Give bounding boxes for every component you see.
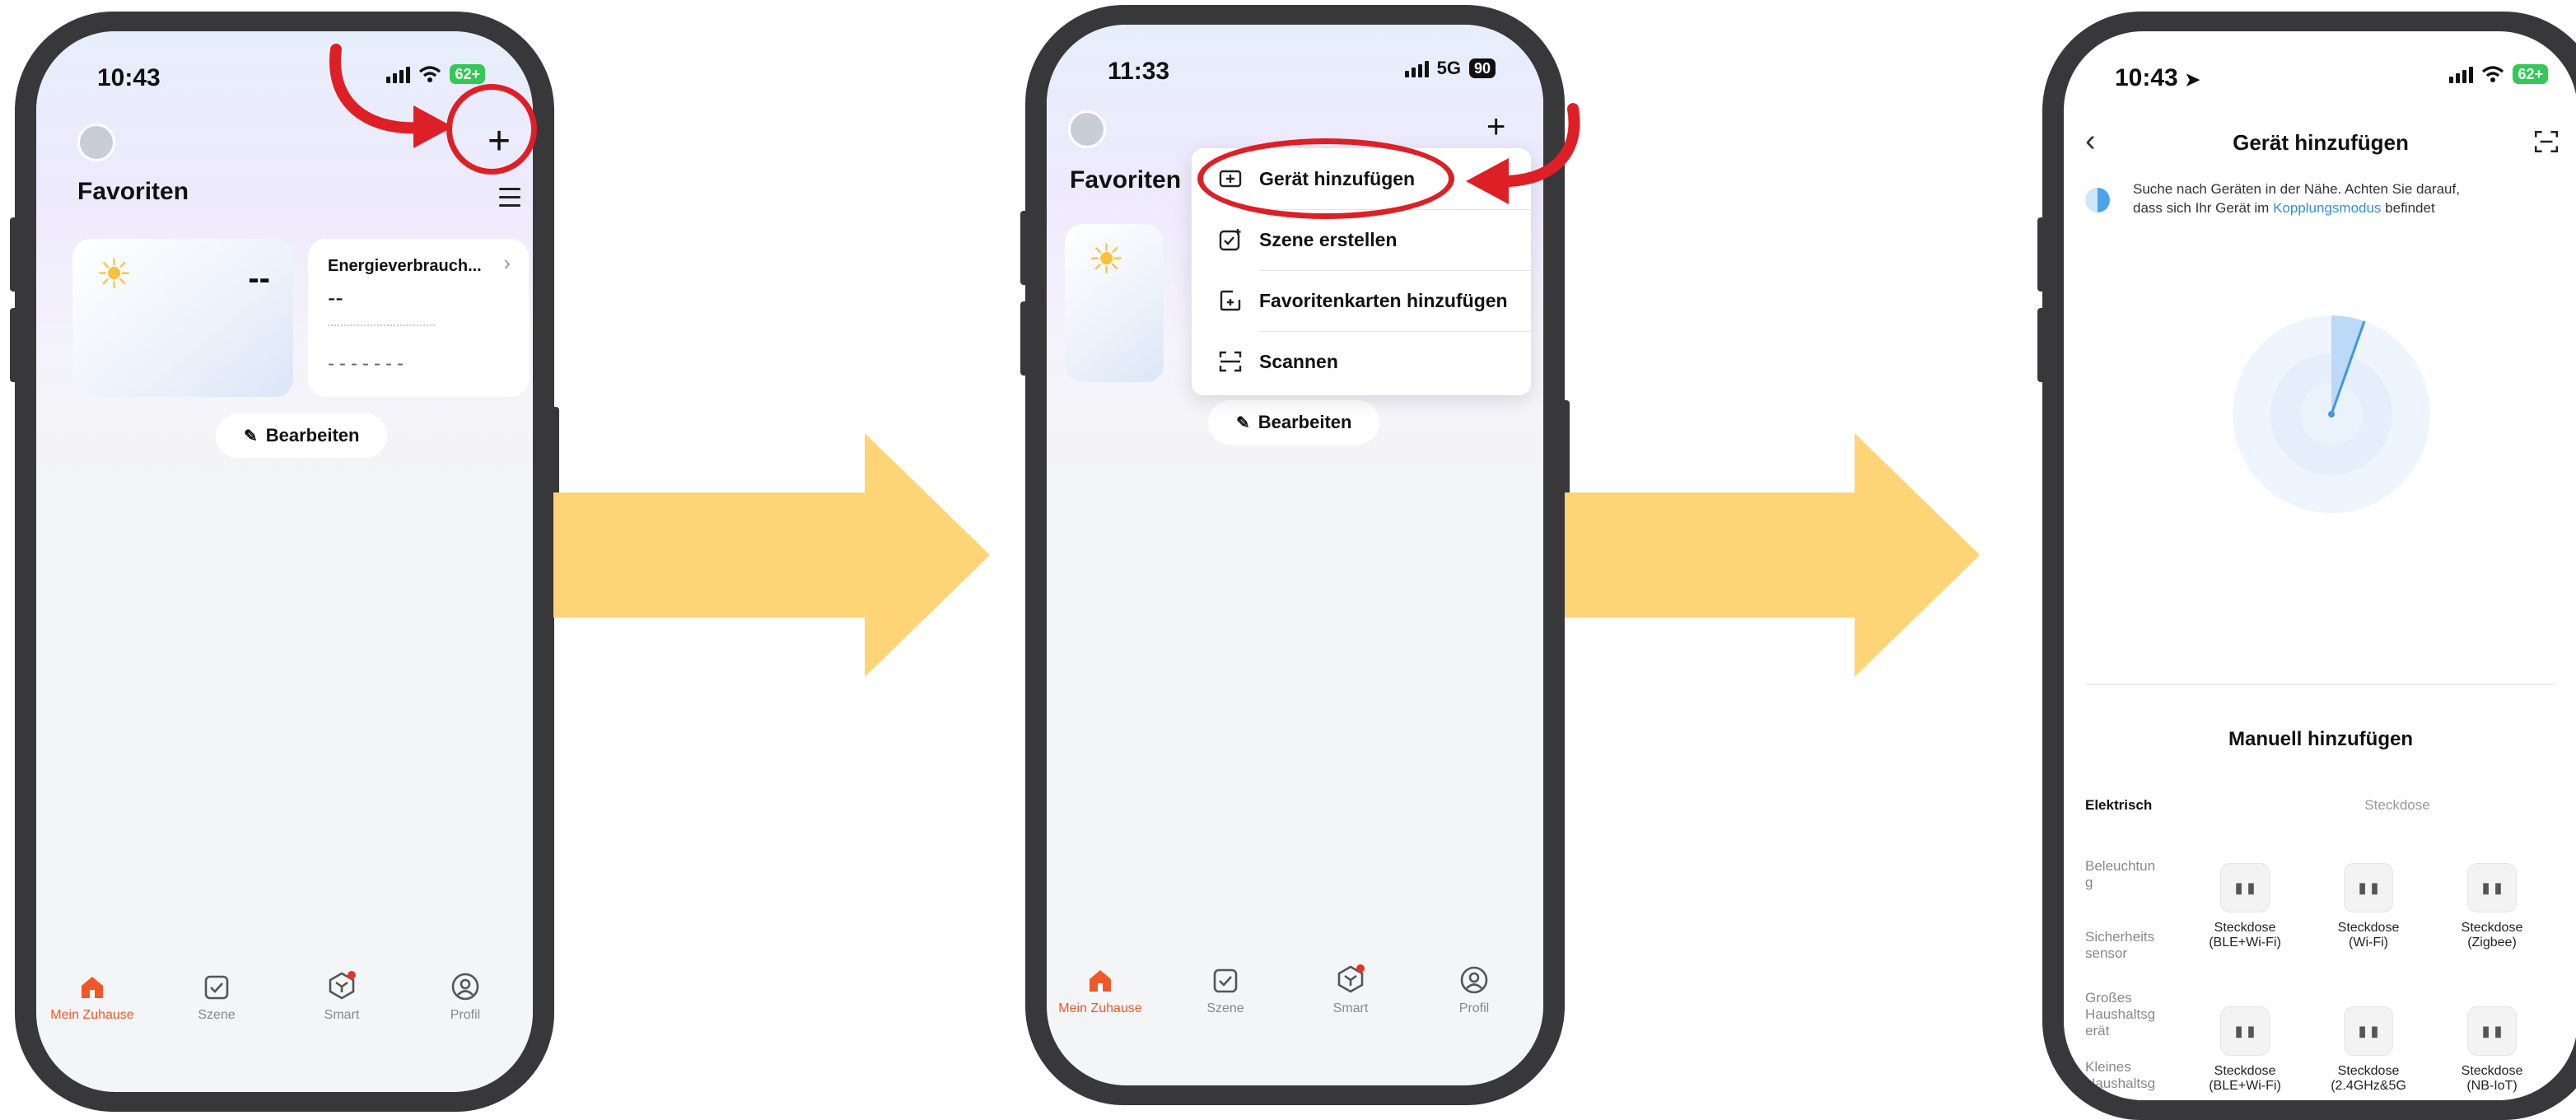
category-elektrisch[interactable]: Elektrisch bbox=[2085, 797, 2152, 814]
network-label: 5G bbox=[1436, 58, 1461, 78]
pencil-icon: ✎ bbox=[1236, 413, 1250, 432]
tab-profil[interactable]: Profil bbox=[412, 968, 519, 1023]
add-card-icon bbox=[1220, 290, 1241, 311]
profile-icon bbox=[451, 973, 479, 1001]
status-time: 11:33 bbox=[1108, 58, 1170, 85]
device-tile[interactable]: ▮ ▮ Steckdose (Zigbee) bbox=[2434, 863, 2550, 950]
tab-bar: Mein Zuhause Szene Smart Profil bbox=[36, 968, 533, 1059]
menu-item-add-favorite-cards[interactable]: Favoritenkarten hinzufügen bbox=[1192, 270, 1531, 331]
status-bar: 11:33 5G 90 bbox=[1047, 51, 1543, 92]
menu-item-scan[interactable]: Scannen bbox=[1192, 331, 1531, 392]
sun-icon: ☀ bbox=[1088, 236, 1125, 282]
edit-button[interactable]: ✎ Bearbeiten bbox=[1208, 400, 1380, 445]
tab-bar: Mein Zuhause Szene Smart Profil bbox=[1047, 962, 1543, 1052]
loading-spinner-icon bbox=[2085, 188, 2110, 212]
weather-value: -- bbox=[248, 260, 270, 296]
energy-card[interactable]: Energieverbrauch... › -- ------- bbox=[308, 239, 529, 397]
signal-icon bbox=[2449, 65, 2474, 83]
device-tile[interactable]: ▮ ▮ Steckdose (BLE+Wi-Fi) bbox=[2187, 1006, 2303, 1094]
wifi-icon bbox=[2482, 66, 2504, 82]
battery-indicator: 62+ bbox=[2513, 64, 2548, 84]
tab-mein-zuhause[interactable]: Mein Zuhause bbox=[39, 968, 146, 1023]
avatar[interactable] bbox=[77, 124, 115, 161]
phone-screen-3: 10:43 ➤ 62+ ‹ Gerät hinzufügen Suche nac… bbox=[2037, 12, 2576, 1120]
list-icon[interactable] bbox=[499, 188, 520, 212]
category-sicherheitssensor[interactable]: Sicherheits sensor bbox=[2085, 929, 2154, 962]
search-hint: Suche nach Geräten in der Nähe. Achten S… bbox=[2085, 180, 2546, 217]
scan-icon bbox=[1219, 351, 1242, 372]
highlight-oval bbox=[1197, 138, 1454, 219]
socket-icon: ▮ ▮ bbox=[2220, 1006, 2270, 1056]
flow-arrow-icon bbox=[553, 433, 990, 677]
socket-icon: ▮ ▮ bbox=[2344, 863, 2393, 912]
app-screen: 10:43 62+ + Favoriten ☀ -- Energieverbra… bbox=[36, 31, 533, 1092]
avatar[interactable] bbox=[1068, 110, 1106, 148]
tab-profil[interactable]: Profil bbox=[1421, 962, 1528, 1016]
tab-smart[interactable]: Smart bbox=[1297, 962, 1404, 1016]
page-title: Favoriten bbox=[1070, 166, 1182, 194]
create-scene-icon bbox=[1219, 229, 1241, 251]
category-kleines-haushaltsgeraet[interactable]: Kleines Haushaltsg erät bbox=[2085, 1059, 2155, 1100]
radar-scan-graphic bbox=[2233, 315, 2430, 513]
device-tile[interactable]: ▮ ▮ Steckdose (2.4GHz&5G bbox=[2311, 1006, 2426, 1094]
page-title: Favoriten bbox=[77, 178, 189, 205]
annotation-arrow-icon bbox=[1466, 103, 1580, 204]
tab-smart[interactable]: Smart bbox=[288, 968, 395, 1023]
tab-mein-zuhause[interactable]: Mein Zuhause bbox=[1047, 962, 1154, 1016]
menu-item-create-scene[interactable]: Szene erstellen bbox=[1192, 209, 1531, 270]
device-tile[interactable]: ▮ ▮ Steckdose (NB-IoT) bbox=[2434, 1006, 2550, 1094]
scene-icon bbox=[1213, 968, 1238, 993]
socket-icon: ▮ ▮ bbox=[2220, 863, 2270, 912]
edit-label: Bearbeiten bbox=[1258, 412, 1352, 432]
socket-icon: ▮ ▮ bbox=[2467, 863, 2517, 912]
battery-indicator: 90 bbox=[1468, 58, 1496, 78]
status-time: 10:43 bbox=[97, 64, 161, 91]
socket-icon: ▮ ▮ bbox=[2467, 1006, 2517, 1056]
profile-icon bbox=[1460, 966, 1488, 994]
category-grosses-haushaltsgeraet[interactable]: Großes Haushaltsg erät bbox=[2085, 990, 2155, 1039]
category-beleuchtung[interactable]: Beleuchtun g bbox=[2085, 858, 2155, 891]
home-icon bbox=[1090, 970, 1111, 992]
tab-szene[interactable]: Szene bbox=[163, 968, 270, 1023]
edit-button[interactable]: ✎ Bearbeiten bbox=[216, 413, 388, 458]
socket-icon: ▮ ▮ bbox=[2344, 1006, 2393, 1056]
chevron-right-icon: › bbox=[503, 250, 511, 275]
location-arrow-icon: ➤ bbox=[2185, 69, 2200, 90]
edit-label: Bearbeiten bbox=[265, 425, 360, 446]
weather-card: ☀ bbox=[1065, 224, 1164, 382]
scene-icon bbox=[204, 975, 229, 1000]
status-time: 10:43 ➤ bbox=[2115, 64, 2200, 91]
home-icon bbox=[82, 977, 103, 998]
signal-icon bbox=[1404, 59, 1429, 77]
scan-icon[interactable] bbox=[2533, 128, 2560, 155]
energy-title: Energieverbrauch... bbox=[328, 257, 482, 275]
smart-icon bbox=[1337, 964, 1365, 993]
status-bar: 10:43 ➤ 62+ bbox=[2064, 58, 2576, 99]
divider bbox=[328, 324, 435, 326]
pencil-icon: ✎ bbox=[244, 427, 258, 446]
sun-icon: ☀ bbox=[96, 251, 133, 297]
phone-screen-1: 10:43 62+ + Favoriten ☀ -- Energieverbra… bbox=[10, 12, 559, 1112]
page-title: Gerät hinzufügen bbox=[2233, 130, 2409, 155]
smart-icon bbox=[329, 971, 356, 1000]
pairing-mode-link[interactable]: Kopplungsmodus bbox=[2273, 200, 2381, 216]
device-tile[interactable]: ▮ ▮ Steckdose (Wi-Fi) bbox=[2311, 863, 2426, 950]
section-label: Steckdose bbox=[2364, 797, 2430, 813]
manual-add-title: Manuell hinzufügen bbox=[2228, 728, 2413, 750]
annotation-arrow-icon bbox=[329, 44, 453, 148]
app-screen: 10:43 ➤ 62+ ‹ Gerät hinzufügen Suche nac… bbox=[2064, 31, 2576, 1100]
weather-card[interactable]: ☀ -- bbox=[72, 239, 293, 397]
device-tile[interactable]: ▮ ▮ Steckdose (BLE+Wi-Fi) bbox=[2187, 863, 2303, 950]
energy-dashes: ------- bbox=[328, 352, 408, 375]
tab-szene[interactable]: Szene bbox=[1172, 962, 1279, 1016]
energy-value: -- bbox=[328, 285, 343, 310]
divider bbox=[2085, 684, 2556, 685]
flow-arrow-icon bbox=[1565, 433, 1980, 677]
